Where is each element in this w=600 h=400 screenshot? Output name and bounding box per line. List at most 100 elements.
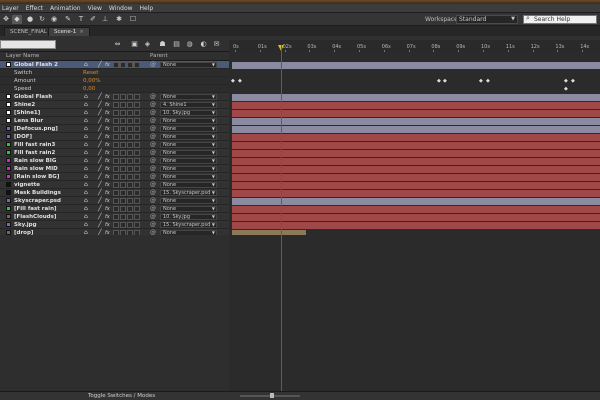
menu-window[interactable]: Window <box>109 5 133 12</box>
parent-select[interactable]: 10. Sky.jpg ▼ <box>160 110 217 116</box>
parent-pickwhip-icon[interactable]: @ <box>150 61 156 69</box>
parent-pickwhip-icon[interactable]: @ <box>150 205 156 213</box>
layer-label-color-swatch[interactable] <box>6 166 11 171</box>
layer-duration-bar[interactable] <box>232 118 600 125</box>
layer-name[interactable]: [Defocus.png] <box>14 125 58 133</box>
quality-switch-icon[interactable]: ╱ <box>98 197 102 205</box>
shy-switch-icon[interactable]: ⌂ <box>84 109 88 117</box>
layer-name-header[interactable]: Layer Name <box>6 53 39 59</box>
effects-switch-icon[interactable]: fx <box>105 181 110 189</box>
layer-switch-checkbox[interactable] <box>120 182 126 188</box>
layer-duration-bar[interactable] <box>232 190 600 197</box>
layer-switch-checkbox[interactable] <box>120 94 126 100</box>
shy-switch-icon[interactable]: ⌂ <box>84 101 88 109</box>
layer-row[interactable]: [DOF] ⌂ ╱ fx @ None ▼ <box>0 133 229 141</box>
layer-row[interactable]: Fill fast rain3 ⌂ ╱ fx @ None ▼ <box>0 141 229 149</box>
layer-switch-checkbox[interactable] <box>134 174 140 180</box>
stamp-tool-icon[interactable]: ⊥ <box>100 15 110 24</box>
quality-switch-icon[interactable]: ╱ <box>98 157 102 165</box>
property-value[interactable]: 0,00 <box>83 85 95 93</box>
parent-select[interactable]: None ▼ <box>160 158 217 164</box>
timeline-bars[interactable]: ◆ ◆ ◆ ◆ ◆ ◆ ◆ ◆ ◆ <box>229 52 600 237</box>
parent-select[interactable]: None ▼ <box>160 174 217 180</box>
layer-property-row[interactable]: Amount 0,00% <box>0 77 229 85</box>
layer-label-color-swatch[interactable] <box>6 190 11 195</box>
parent-pickwhip-icon[interactable]: @ <box>150 125 156 133</box>
layer-switch-checkbox[interactable] <box>120 206 126 212</box>
parent-select[interactable]: None ▼ <box>160 126 217 132</box>
layer-row[interactable]: Skyscraper.psd ⌂ ╱ fx @ None ▼ <box>0 197 229 205</box>
shy-switch-icon[interactable]: ⌂ <box>84 133 88 141</box>
layer-switch-checkbox[interactable] <box>113 102 119 108</box>
menu-layer[interactable]: Layer <box>2 5 19 12</box>
layer-switch-checkbox[interactable] <box>127 190 133 196</box>
parent-pickwhip-icon[interactable]: @ <box>150 197 156 205</box>
layer-name[interactable]: [Fill fast rain] <box>14 205 57 213</box>
parent-pickwhip-icon[interactable]: @ <box>150 133 156 141</box>
draft-3d-icon[interactable]: ◈ <box>143 40 152 49</box>
effects-switch-icon[interactable]: fx <box>105 125 110 133</box>
layer-duration-bar[interactable] <box>232 222 600 229</box>
layer-switch-checkbox[interactable] <box>113 166 119 172</box>
layer-duration-bar[interactable] <box>232 102 600 109</box>
effects-switch-icon[interactable]: fx <box>105 189 110 197</box>
layer-switch-checkbox[interactable] <box>113 214 119 220</box>
layer-switch-checkbox[interactable] <box>127 166 133 172</box>
shy-switch-icon[interactable]: ⌂ <box>84 205 88 213</box>
parent-select[interactable]: None ▼ <box>160 150 217 156</box>
layer-switch-checkbox[interactable] <box>134 190 140 196</box>
layer-switch-checkbox[interactable] <box>113 150 119 156</box>
layer-row[interactable]: Global Flash 2 ⌂ ╱ fx @ None ▼ <box>0 61 229 69</box>
layer-switch-checkbox[interactable] <box>120 142 126 148</box>
layer-switch-checkbox[interactable] <box>113 126 119 132</box>
current-time-indicator-line[interactable] <box>281 45 282 395</box>
layer-switch-checkbox[interactable] <box>127 134 133 140</box>
layer-switch-checkbox[interactable] <box>134 206 140 212</box>
layer-duration-bar[interactable] <box>232 150 600 157</box>
current-time-icon[interactable]: ⇔ <box>113 40 122 49</box>
quality-switch-icon[interactable]: ╱ <box>98 165 102 173</box>
search-help-input[interactable]: ⌕ Search Help <box>523 15 597 24</box>
layer-switch-checkbox[interactable] <box>134 158 140 164</box>
layer-duration-bar[interactable] <box>232 62 600 69</box>
layer-label-color-swatch[interactable] <box>6 142 11 147</box>
layer-label-color-swatch[interactable] <box>6 214 11 219</box>
quality-switch-icon[interactable]: ╱ <box>98 173 102 181</box>
parent-select[interactable]: None ▼ <box>160 166 217 172</box>
shy-switch-icon[interactable]: ⌂ <box>84 165 88 173</box>
effects-switch-icon[interactable]: fx <box>105 61 110 69</box>
close-icon[interactable]: × <box>79 29 84 35</box>
layer-switch-checkbox[interactable] <box>127 118 133 124</box>
layer-switch-checkbox[interactable] <box>113 174 119 180</box>
effects-switch-icon[interactable]: fx <box>105 101 110 109</box>
layer-switch-checkbox[interactable] <box>127 126 133 132</box>
quality-switch-icon[interactable]: ╱ <box>98 93 102 101</box>
layer-switch-checkbox[interactable] <box>127 222 133 228</box>
frame-blending-icon[interactable]: ▤ <box>172 40 181 49</box>
layer-switch-checkbox[interactable] <box>127 142 133 148</box>
parent-pickwhip-icon[interactable]: @ <box>150 117 156 125</box>
layer-switch-checkbox[interactable] <box>113 198 119 204</box>
layer-duration-bar[interactable] <box>232 214 600 221</box>
keyframe-marker[interactable]: ◆ <box>238 77 242 85</box>
puppet-tool-icon[interactable]: ✱ <box>114 15 124 24</box>
layer-name[interactable]: [Rain slow BG] <box>14 173 59 181</box>
layer-switch-checkbox[interactable] <box>134 110 140 116</box>
shy-switch-icon[interactable]: ⌂ <box>84 141 88 149</box>
camera-tool-icon[interactable]: ◉ <box>49 15 59 24</box>
layer-name[interactable]: Skyscraper.psd <box>14 197 61 205</box>
layer-switch-checkbox[interactable] <box>120 214 126 220</box>
layer-name[interactable]: Fill fast rain3 <box>14 141 55 149</box>
layer-name[interactable]: Lens Blur <box>14 117 43 125</box>
parent-select[interactable]: 15. Skyscraper.psd ▼ <box>160 190 217 196</box>
layer-switch-checkbox[interactable] <box>134 102 140 108</box>
layer-row[interactable]: [Defocus.png] ⌂ ╱ fx @ None ▼ <box>0 125 229 133</box>
layer-switch-checkbox[interactable] <box>113 206 119 212</box>
parent-pickwhip-icon[interactable]: @ <box>150 157 156 165</box>
parent-select[interactable]: 15. Skyscraper.psd ▼ <box>160 222 217 228</box>
parent-select[interactable]: 10. Sky.jpg ▼ <box>160 214 217 220</box>
layer-label-color-swatch[interactable] <box>6 182 11 187</box>
layer-label-color-swatch[interactable] <box>6 102 11 107</box>
layer-label-color-swatch[interactable] <box>6 110 11 115</box>
layer-row[interactable]: Lens Blur ⌂ ╱ fx @ None ▼ <box>0 117 229 125</box>
